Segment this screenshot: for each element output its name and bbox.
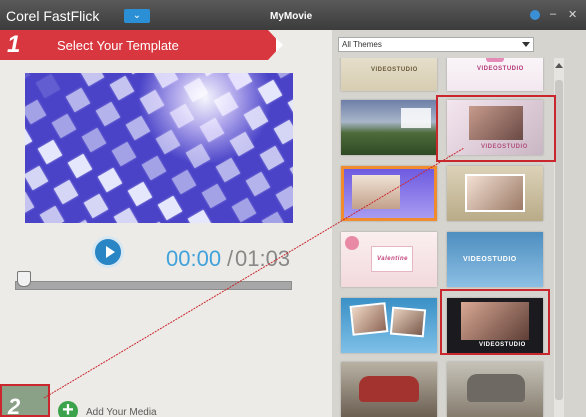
connector-line xyxy=(43,147,465,399)
callout-connector xyxy=(43,147,465,399)
